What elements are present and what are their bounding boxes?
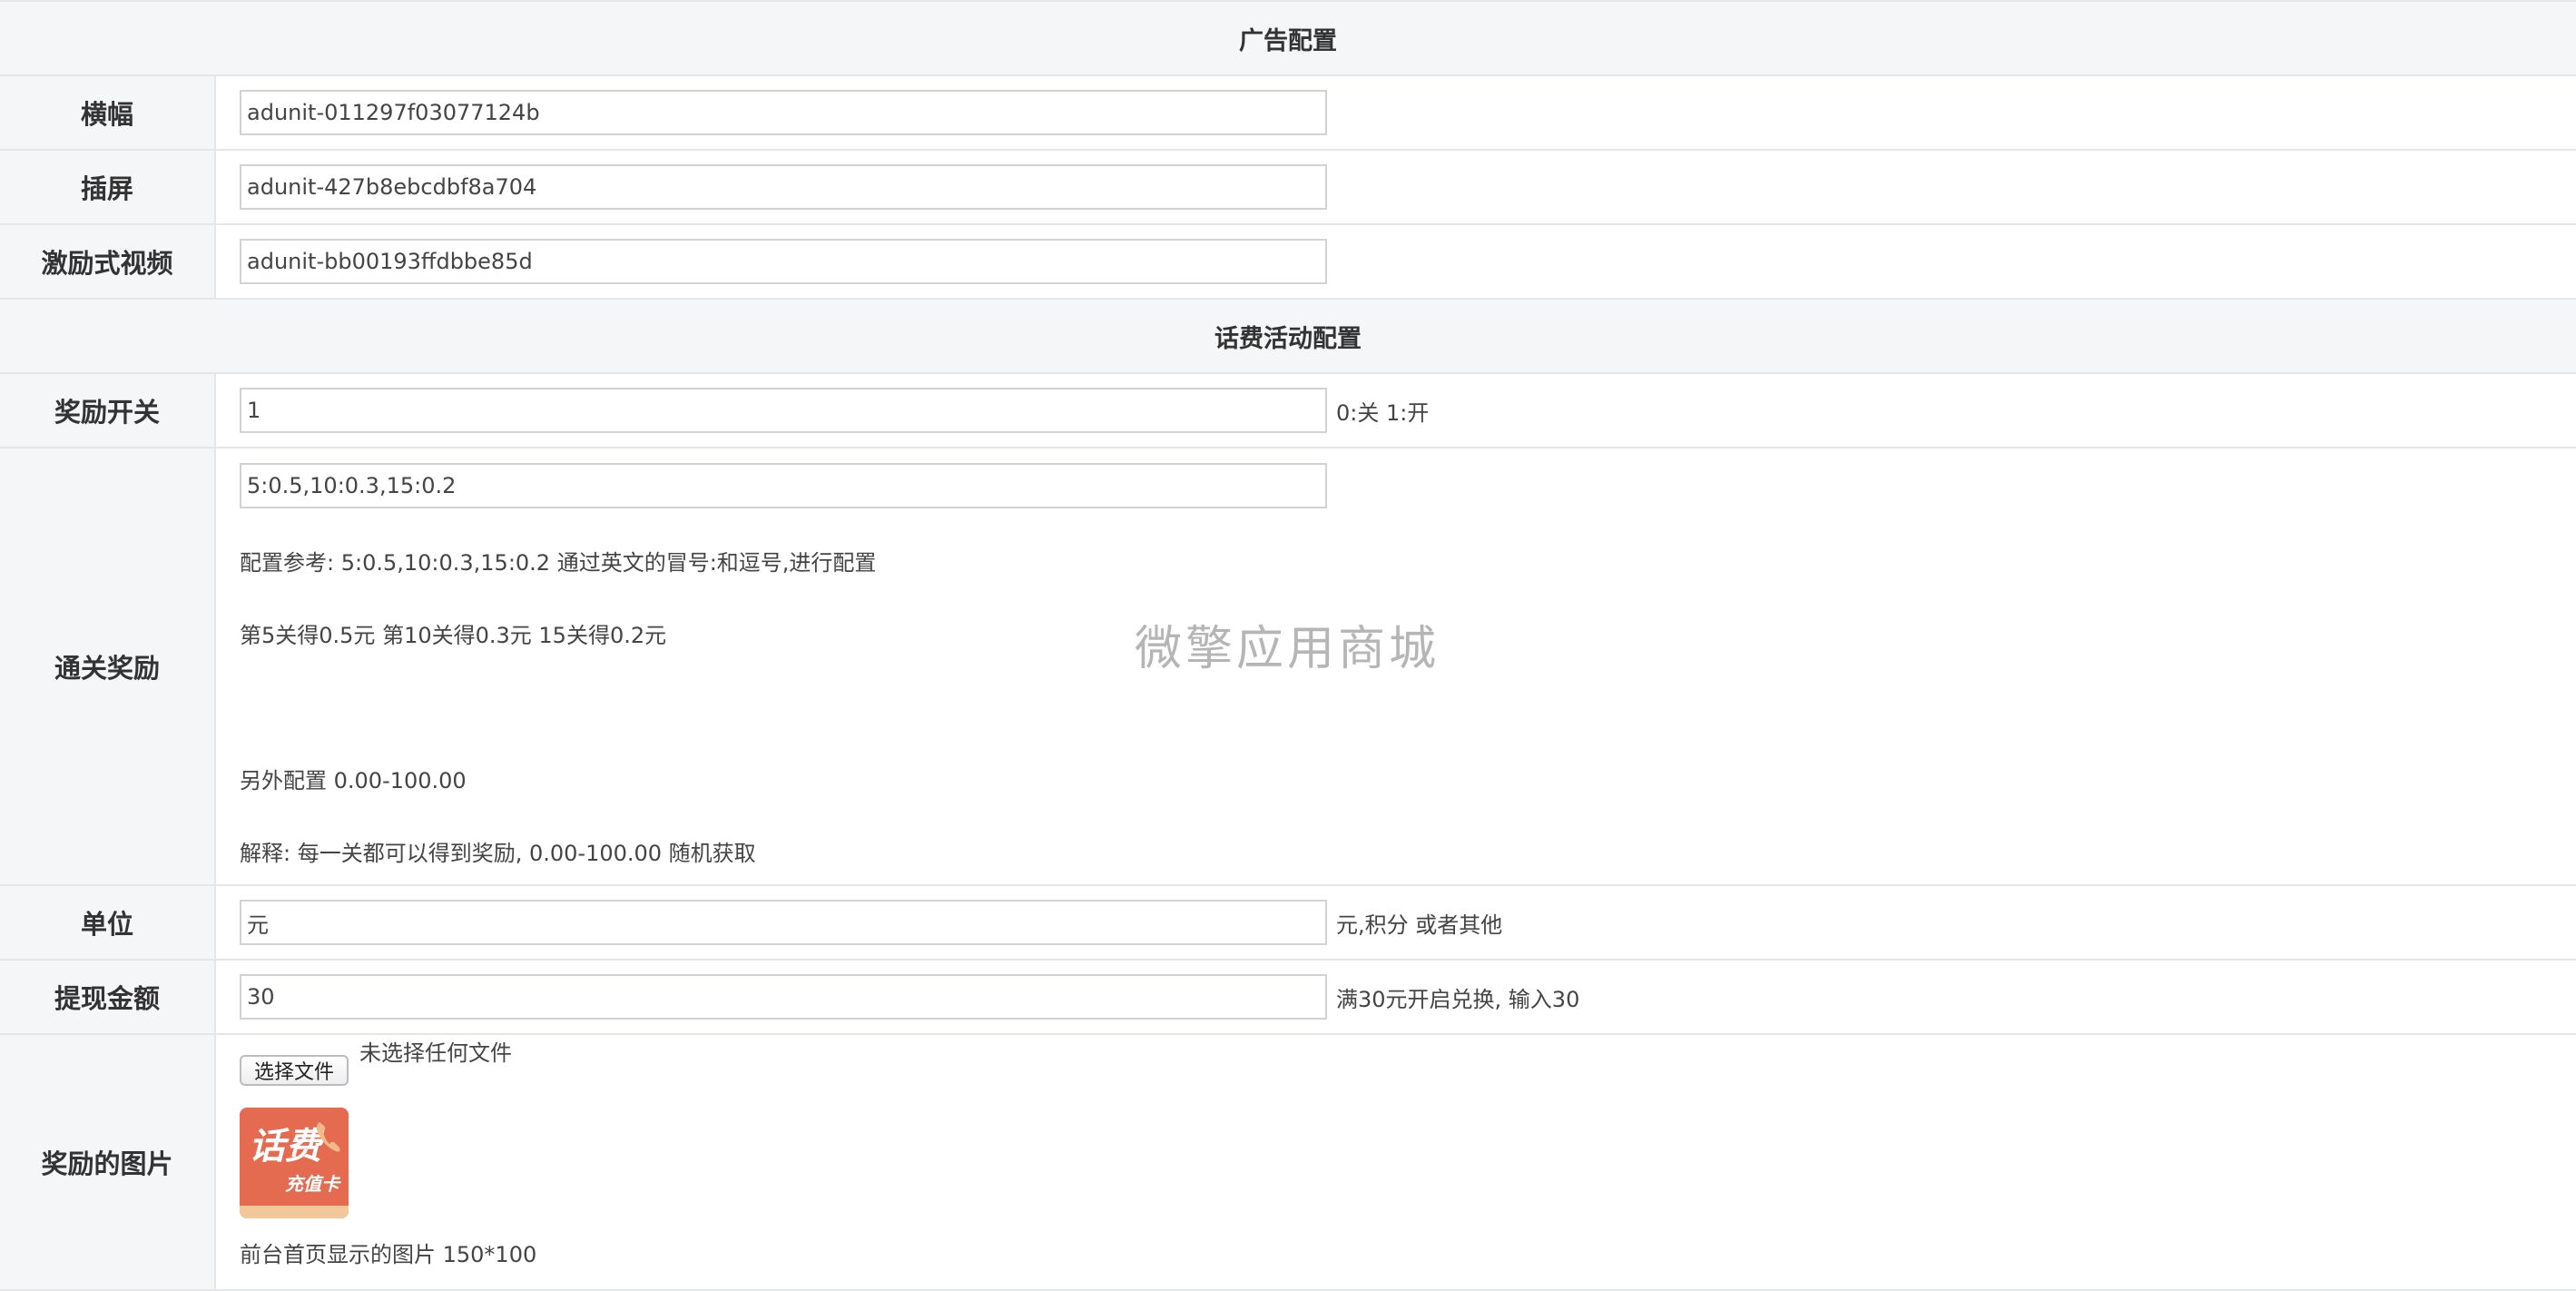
level-reward-note-example: 第5关得0.5元 第10关得0.3元 15关得0.2元 xyxy=(240,623,667,648)
rewarded-video-label: 激励式视频 xyxy=(0,225,216,298)
withdraw-row: 提现金额 30 满30元开启兑换, 输入30 xyxy=(0,961,2576,1035)
rewarded-video-row: 激励式视频 adunit-bb00193ffdbbe85d xyxy=(0,225,2576,300)
unit-hint: 元,积分 或者其他 xyxy=(1336,912,1503,938)
banner-row: 横幅 adunit-011297f03077124b xyxy=(0,76,2576,151)
reward-image-note: 前台首页显示的图片 150*100 xyxy=(240,1242,537,1267)
thumb-sub-text: 充值卡 xyxy=(285,1173,339,1195)
watermark: 微擎应用商城 xyxy=(1135,622,1440,676)
withdraw-hint: 满30元开启兑换, 输入30 xyxy=(1336,986,1580,1012)
reward-image-label: 奖励的图片 xyxy=(0,1035,216,1289)
unit-row: 单位 元 元,积分 或者其他 xyxy=(0,886,2576,961)
no-file-text: 未选择任何文件 xyxy=(359,1040,512,1066)
level-reward-note-explain: 解释: 每一关都可以得到奖励, 0.00-100.00 随机获取 xyxy=(240,841,756,866)
withdraw-input[interactable]: 30 xyxy=(240,974,1327,1020)
ad-config-title: 广告配置 xyxy=(1239,26,1337,55)
level-reward-note-range: 另外配置 0.00-100.00 xyxy=(240,768,467,793)
fee-config-title: 话费活动配置 xyxy=(1214,324,1362,353)
interstitial-label: 插屏 xyxy=(0,151,216,223)
reward-switch-row: 奖励开关 1 0:关 1:开 xyxy=(0,374,2576,448)
withdraw-label: 提现金额 xyxy=(0,961,216,1033)
level-reward-note-format: 配置参考: 5:0.5,10:0.3,15:0.2 通过英文的冒号:和逗号,进行… xyxy=(240,550,877,576)
phone-icon xyxy=(317,1122,340,1152)
fee-config-header: 话费活动配置 xyxy=(0,300,2576,374)
banner-input[interactable]: adunit-011297f03077124b xyxy=(240,90,1327,135)
interstitial-row: 插屏 adunit-427b8ebcdbf8a704 xyxy=(0,151,2576,225)
thumb-band xyxy=(240,1206,349,1218)
reward-switch-hint: 0:关 1:开 xyxy=(1336,399,1430,426)
unit-label: 单位 xyxy=(0,886,216,959)
reward-image-row: 奖励的图片 选择文件 未选择任何文件 话费 充值卡 前台首页显示的图片 150*… xyxy=(0,1035,2576,1291)
thumb-main-text: 话费 xyxy=(249,1125,321,1168)
reward-image-thumbnail: 话费 充值卡 xyxy=(240,1108,349,1218)
interstitial-input[interactable]: adunit-427b8ebcdbf8a704 xyxy=(240,164,1327,210)
reward-switch-label: 奖励开关 xyxy=(0,374,216,447)
unit-input[interactable]: 元 xyxy=(240,900,1327,945)
reward-switch-input[interactable]: 1 xyxy=(240,388,1327,433)
rewarded-video-input[interactable]: adunit-bb00193ffdbbe85d xyxy=(240,239,1327,284)
level-reward-input[interactable]: 5:0.5,10:0.3,15:0.2 xyxy=(240,463,1327,508)
choose-file-button[interactable]: 选择文件 xyxy=(240,1055,349,1086)
level-reward-label: 通关奖励 xyxy=(0,448,216,884)
banner-label: 横幅 xyxy=(0,76,216,149)
ad-config-header: 广告配置 xyxy=(0,2,2576,76)
